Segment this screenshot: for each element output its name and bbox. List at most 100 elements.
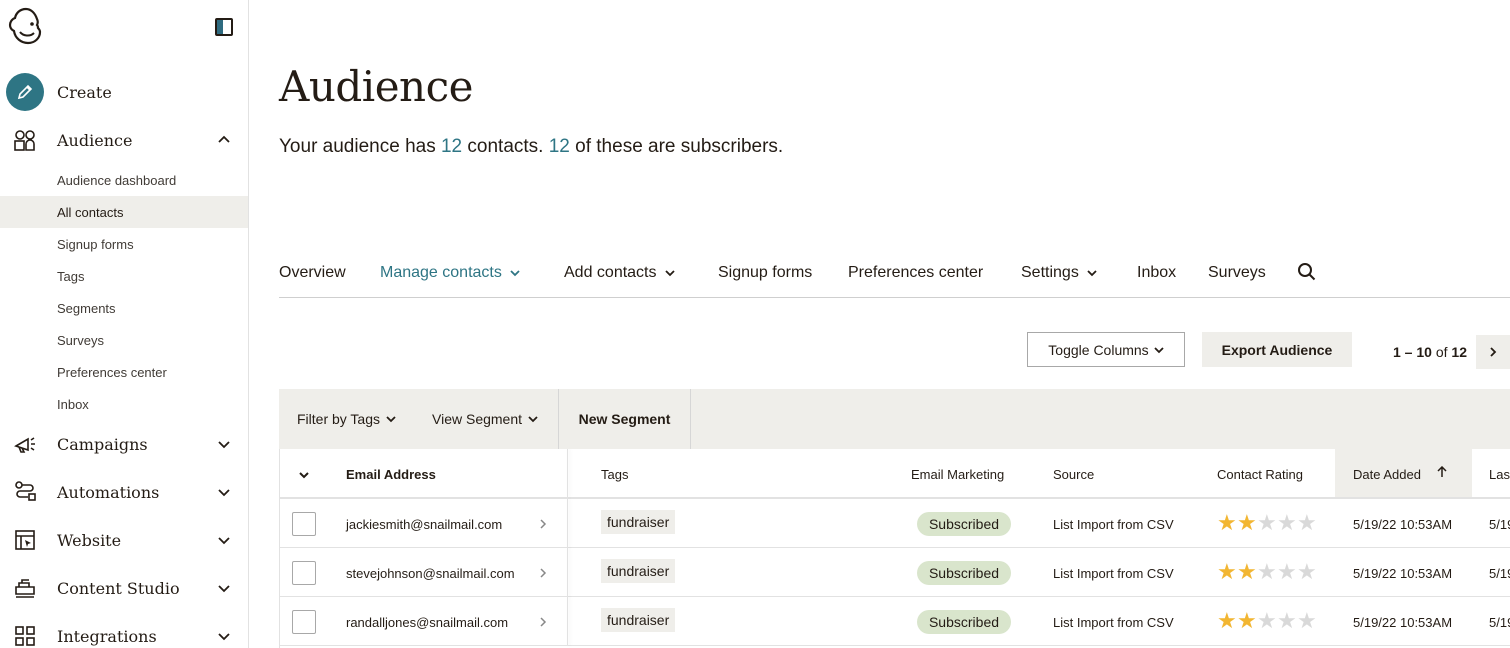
sidebar-subitem-signup-forms[interactable]: Signup forms (0, 228, 248, 260)
sidebar-item-audience[interactable]: Audience (0, 120, 249, 160)
column-email-marketing[interactable]: Email Marketing (911, 467, 1004, 482)
star-filled-icon[interactable]: ★ (1217, 513, 1237, 535)
website-icon (12, 527, 38, 553)
chevron-down-icon[interactable] (214, 626, 234, 646)
main-content: Audience Your audience has 12 contacts. … (249, 0, 1510, 648)
table-row[interactable]: jackiesmith@snailmail.com fundraiser Sub… (280, 499, 1510, 548)
star-filled-icon[interactable]: ★ (1217, 611, 1237, 633)
tab-add-contacts[interactable]: Add contacts (564, 264, 675, 282)
tab-overview[interactable]: Overview (279, 264, 346, 282)
chevron-down-icon[interactable] (214, 434, 234, 454)
column-source[interactable]: Source (1053, 467, 1094, 482)
row-checkbox[interactable] (292, 610, 316, 634)
chevron-down-icon[interactable] (214, 578, 234, 598)
export-audience-button[interactable]: Export Audience (1202, 332, 1352, 367)
chevron-down-icon[interactable] (214, 530, 234, 550)
table-row[interactable]: stevejohnson@snailmail.com fundraiser Su… (280, 548, 1510, 597)
page-title: Audience (279, 62, 473, 111)
sidebar-item-label: Audience (57, 130, 133, 150)
sidebar-subitem-preferences-center[interactable]: Preferences center (0, 356, 248, 388)
star-empty-icon[interactable]: ★ (1297, 611, 1317, 633)
contact-source: List Import from CSV (1053, 615, 1174, 630)
column-contact-rating[interactable]: Contact Rating (1217, 467, 1303, 482)
sidebar-subitem-inbox[interactable]: Inbox (0, 388, 248, 420)
pager-total: 12 (1451, 344, 1467, 360)
tag-chip[interactable]: fundraiser (601, 608, 676, 632)
sidebar-item-automations[interactable]: Automations (0, 472, 249, 512)
tab-label: Overview (279, 264, 346, 281)
search-icon[interactable] (1297, 262, 1317, 282)
sidebar-item-label: Campaigns (57, 434, 148, 454)
view-segment-dropdown[interactable]: View Segment (432, 411, 538, 427)
mailchimp-logo-icon[interactable] (6, 6, 46, 46)
chevron-right-icon[interactable] (538, 567, 548, 579)
chevron-right-icon[interactable] (538, 616, 548, 628)
sidebar-item-label: Create (57, 82, 112, 102)
filter-by-tags-dropdown[interactable]: Filter by Tags (297, 411, 396, 427)
tab-preferences-center[interactable]: Preferences center (848, 264, 983, 282)
star-empty-icon[interactable]: ★ (1257, 513, 1277, 535)
sidebar-item-campaigns[interactable]: Campaigns (0, 424, 249, 464)
tab-inbox[interactable]: Inbox (1137, 264, 1176, 282)
tab-label: Inbox (1137, 264, 1177, 281)
chevron-down-icon[interactable] (214, 482, 234, 502)
contact-email[interactable]: randalljones@snailmail.com (346, 615, 508, 630)
column-date-added[interactable]: Date Added (1335, 449, 1472, 497)
column-email[interactable]: Email Address (346, 467, 436, 482)
filter-bar: Filter by Tags View Segment New Segment (279, 389, 1510, 449)
toggle-columns-button[interactable]: Toggle Columns (1027, 332, 1185, 367)
sidebar-subitem-segments[interactable]: Segments (0, 292, 248, 324)
summary-suffix: of these are subscribers. (569, 136, 784, 157)
tag-chip[interactable]: fundraiser (601, 510, 676, 534)
tab-label: Settings (1021, 264, 1079, 281)
chevron-up-icon[interactable] (214, 130, 234, 150)
sidebar-collapse-icon[interactable] (215, 18, 233, 36)
star-filled-icon[interactable]: ★ (1237, 513, 1257, 535)
pencil-icon (6, 73, 44, 111)
star-empty-icon[interactable]: ★ (1257, 611, 1277, 633)
tag-chip[interactable]: fundraiser (601, 559, 676, 583)
tab-signup-forms[interactable]: Signup forms (718, 264, 812, 282)
star-empty-icon[interactable]: ★ (1277, 611, 1297, 633)
new-segment-button[interactable]: New Segment (558, 389, 691, 449)
star-filled-icon[interactable]: ★ (1237, 611, 1257, 633)
tab-settings[interactable]: Settings (1021, 264, 1097, 282)
sort-ascending-icon (1437, 466, 1447, 477)
next-page-button[interactable] (1476, 335, 1510, 369)
pagination-status: 1 – 10 of 12 (1393, 344, 1467, 360)
star-filled-icon[interactable]: ★ (1237, 562, 1257, 584)
chevron-right-icon[interactable] (538, 518, 548, 530)
sidebar-subitem-surveys[interactable]: Surveys (0, 324, 248, 356)
tab-manage-contacts[interactable]: Manage contacts (380, 264, 520, 282)
column-divider (567, 597, 568, 646)
sidebar-subitem-audience-dashboard[interactable]: Audience dashboard (0, 164, 248, 196)
sidebar-item-website[interactable]: Website (0, 520, 249, 560)
contact-email[interactable]: jackiesmith@snailmail.com (346, 517, 502, 532)
sidebar-item-integrations[interactable]: Integrations (0, 616, 249, 648)
row-checkbox[interactable] (292, 561, 316, 585)
contact-email[interactable]: stevejohnson@snailmail.com (346, 566, 515, 581)
column-last-changed[interactable]: Las (1489, 467, 1510, 482)
sidebar-subitem-tags[interactable]: Tags (0, 260, 248, 292)
chevron-down-icon[interactable] (298, 469, 310, 481)
star-empty-icon[interactable]: ★ (1277, 513, 1297, 535)
star-empty-icon[interactable]: ★ (1297, 513, 1317, 535)
filter-label: View Segment (432, 411, 523, 427)
sidebar-item-content-studio[interactable]: Content Studio (0, 568, 249, 608)
tab-surveys[interactable]: Surveys (1208, 264, 1266, 282)
sidebar-item-create[interactable]: Create (6, 72, 112, 112)
tab-label: Signup forms (718, 264, 813, 281)
star-empty-icon[interactable]: ★ (1297, 562, 1317, 584)
star-empty-icon[interactable]: ★ (1257, 562, 1277, 584)
integrations-icon (12, 623, 38, 648)
star-empty-icon[interactable]: ★ (1277, 562, 1297, 584)
contact-rating: ★ ★ ★ ★ ★ (1217, 611, 1317, 633)
chevron-down-icon (664, 270, 675, 277)
summary-prefix: Your audience has (279, 136, 441, 157)
pager-of: of (1431, 344, 1452, 360)
column-tags[interactable]: Tags (601, 467, 628, 482)
star-filled-icon[interactable]: ★ (1217, 562, 1237, 584)
table-row[interactable]: randalljones@snailmail.com fundraiser Su… (280, 597, 1510, 646)
sidebar-subitem-all-contacts[interactable]: All contacts (0, 196, 248, 228)
row-checkbox[interactable] (292, 512, 316, 536)
